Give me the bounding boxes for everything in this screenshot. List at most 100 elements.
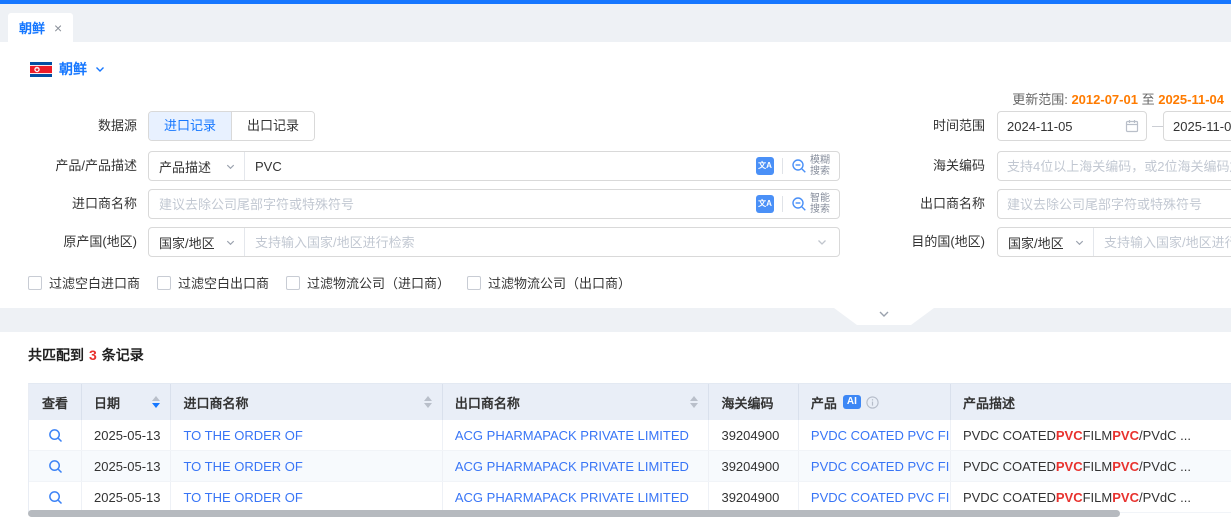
result-count: 3 xyxy=(84,347,102,363)
smart-search-label: 智能搜索 xyxy=(810,193,830,215)
tab-close-icon[interactable]: × xyxy=(54,21,62,35)
table-row: 2025-05-13 TO THE ORDER OF ACG PHARMAPAC… xyxy=(29,451,1231,482)
table-row: 2025-05-13 TO THE ORDER OF ACG PHARMAPAC… xyxy=(29,482,1231,513)
table-header: 查看 日期 进口商名称 出口商名称 xyxy=(29,384,1231,420)
tab-title: 朝鲜 xyxy=(19,18,45,37)
smart-search-button[interactable]: 智能搜索 xyxy=(791,193,839,215)
cell-product-link[interactable]: PVDC COATED PVC FIL... xyxy=(799,451,951,481)
product-input[interactable] xyxy=(245,152,756,180)
info-icon[interactable] xyxy=(866,396,879,409)
view-record-button[interactable] xyxy=(48,459,63,474)
scrollbar-thumb[interactable] xyxy=(28,510,1120,517)
cell-date: 2025-05-13 xyxy=(82,451,171,481)
hs-code-input[interactable] xyxy=(997,151,1231,181)
translate-icon[interactable]: 文A xyxy=(756,157,774,175)
exporter-input[interactable] xyxy=(997,189,1231,219)
data-source-label: 数据源 xyxy=(0,111,137,141)
checkbox-icon[interactable] xyxy=(467,276,481,290)
export-records-option[interactable]: 出口记录 xyxy=(232,112,314,140)
product-label: 产品/产品描述 xyxy=(0,151,137,181)
checkbox-label: 过滤空白进口商 xyxy=(49,273,140,292)
north-korea-flag-icon xyxy=(30,62,52,77)
cell-importer-link[interactable]: TO THE ORDER OF xyxy=(171,420,442,450)
country-name: 朝鲜 xyxy=(59,59,87,79)
cell-hs-code: 39204900 xyxy=(709,451,798,481)
filter-checkbox[interactable]: 过滤物流公司（进口商） xyxy=(286,273,450,292)
col-header-date[interactable]: 日期 xyxy=(82,384,171,420)
checkbox-icon[interactable] xyxy=(157,276,171,290)
translate-icon[interactable]: 文A xyxy=(756,195,774,213)
hs-code-label: 海关编码 xyxy=(855,151,985,181)
origin-input[interactable] xyxy=(245,228,816,256)
importer-label: 进口商名称 xyxy=(0,189,137,219)
cell-product-link[interactable]: PVDC COATED PVC FIL... xyxy=(799,420,951,450)
table-body: 2025-05-13 TO THE ORDER OF ACG PHARMAPAC… xyxy=(29,420,1231,513)
chevron-down-icon xyxy=(877,308,891,320)
chevron-down-icon xyxy=(1074,237,1085,248)
product-type-select[interactable]: 产品描述 xyxy=(149,152,245,180)
data-source-toggle: 进口记录 出口记录 xyxy=(148,111,315,141)
cell-exporter-link[interactable]: ACG PHARMAPACK PRIVATE LIMITED xyxy=(443,451,710,481)
divider xyxy=(782,196,783,212)
panel-divider-band xyxy=(0,308,1231,332)
cell-product-desc: PVDC COATED PVC FILM PVC/PVdC ... xyxy=(951,451,1231,481)
cell-product-link[interactable]: PVDC COATED PVC FIL... xyxy=(799,482,951,512)
ai-badge: AI xyxy=(843,395,861,409)
cell-importer-link[interactable]: TO THE ORDER OF xyxy=(171,451,442,481)
update-range-from: 2012-07-01 xyxy=(1071,92,1138,107)
filter-checkbox[interactable]: 过滤物流公司（出口商） xyxy=(467,273,631,292)
exporter-label: 出口商名称 xyxy=(855,189,985,219)
destination-select-control: 国家/地区 xyxy=(997,227,1231,257)
update-range: 更新范围: 2012-07-01 至 2025-11-04 xyxy=(1012,89,1224,108)
fuzzy-search-button[interactable]: 模糊搜索 xyxy=(791,155,839,177)
horizontal-scrollbar xyxy=(28,510,1231,517)
col-header-view: 查看 xyxy=(29,384,82,420)
view-record-button[interactable] xyxy=(48,490,63,505)
cell-importer-link[interactable]: TO THE ORDER OF xyxy=(171,482,442,512)
update-range-label: 更新范围: xyxy=(1012,92,1068,107)
sort-icons[interactable] xyxy=(424,396,432,408)
country-selector[interactable]: 朝鲜 xyxy=(30,59,106,79)
sort-icons[interactable] xyxy=(690,396,698,408)
col-header-importer[interactable]: 进口商名称 xyxy=(171,384,442,420)
time-range-label: 时间范围 xyxy=(855,111,985,141)
tab-korea[interactable]: 朝鲜 × xyxy=(8,13,73,42)
import-records-option[interactable]: 进口记录 xyxy=(149,112,232,140)
date-from-field[interactable] xyxy=(997,111,1147,141)
importer-input[interactable] xyxy=(149,190,756,218)
magnifier-icon xyxy=(48,428,63,443)
update-range-to: 2025-11-04 xyxy=(1158,92,1224,107)
view-record-button[interactable] xyxy=(48,428,63,443)
col-header-exporter[interactable]: 出口商名称 xyxy=(443,384,710,420)
cell-exporter-link[interactable]: ACG PHARMAPACK PRIVATE LIMITED xyxy=(443,420,710,450)
destination-type-select[interactable]: 国家/地区 xyxy=(998,228,1094,256)
app-window: 朝鲜 × 朝鲜 更新范围: 2012-07-01 至 2025-11-04 数据… xyxy=(0,0,1231,518)
checkbox-label: 过滤物流公司（出口商） xyxy=(488,273,631,292)
origin-type-select[interactable]: 国家/地区 xyxy=(149,228,245,256)
results-summary: 共匹配到3条记录 xyxy=(28,345,144,365)
calendar-icon[interactable] xyxy=(1125,119,1139,133)
col-header-hs: 海关编码 xyxy=(709,384,798,420)
magnifier-icon xyxy=(48,459,63,474)
fuzzy-search-label: 模糊搜索 xyxy=(810,155,830,177)
checkbox-icon[interactable] xyxy=(28,276,42,290)
date-to-field[interactable] xyxy=(1163,111,1231,141)
cell-product-desc: PVDC COATED PVC FILM PVC/PVdC ... xyxy=(951,420,1231,450)
filter-checkbox-row: 过滤空白进口商 过滤空白出口商 过滤物流公司（进口商） 过滤物流公司（出口商） xyxy=(28,273,631,292)
origin-label: 原产国(地区) xyxy=(0,227,137,257)
chevron-down-icon xyxy=(94,63,106,75)
date-to-input[interactable] xyxy=(1163,111,1231,141)
sort-icons[interactable] xyxy=(152,396,160,408)
chevron-down-icon[interactable] xyxy=(816,236,839,248)
cell-exporter-link[interactable]: ACG PHARMAPACK PRIVATE LIMITED xyxy=(443,482,710,512)
destination-input[interactable] xyxy=(1094,228,1231,256)
filter-checkbox[interactable]: 过滤空白出口商 xyxy=(157,273,269,292)
checkbox-icon[interactable] xyxy=(286,276,300,290)
cell-hs-code: 39204900 xyxy=(709,482,798,512)
cell-date: 2025-05-13 xyxy=(82,420,171,450)
origin-select-control: 国家/地区 xyxy=(148,227,840,257)
cell-hs-code: 39204900 xyxy=(709,420,798,450)
checkbox-label: 过滤空白出口商 xyxy=(178,273,269,292)
filter-checkbox[interactable]: 过滤空白进口商 xyxy=(28,273,140,292)
summary-suffix: 条记录 xyxy=(102,347,144,363)
